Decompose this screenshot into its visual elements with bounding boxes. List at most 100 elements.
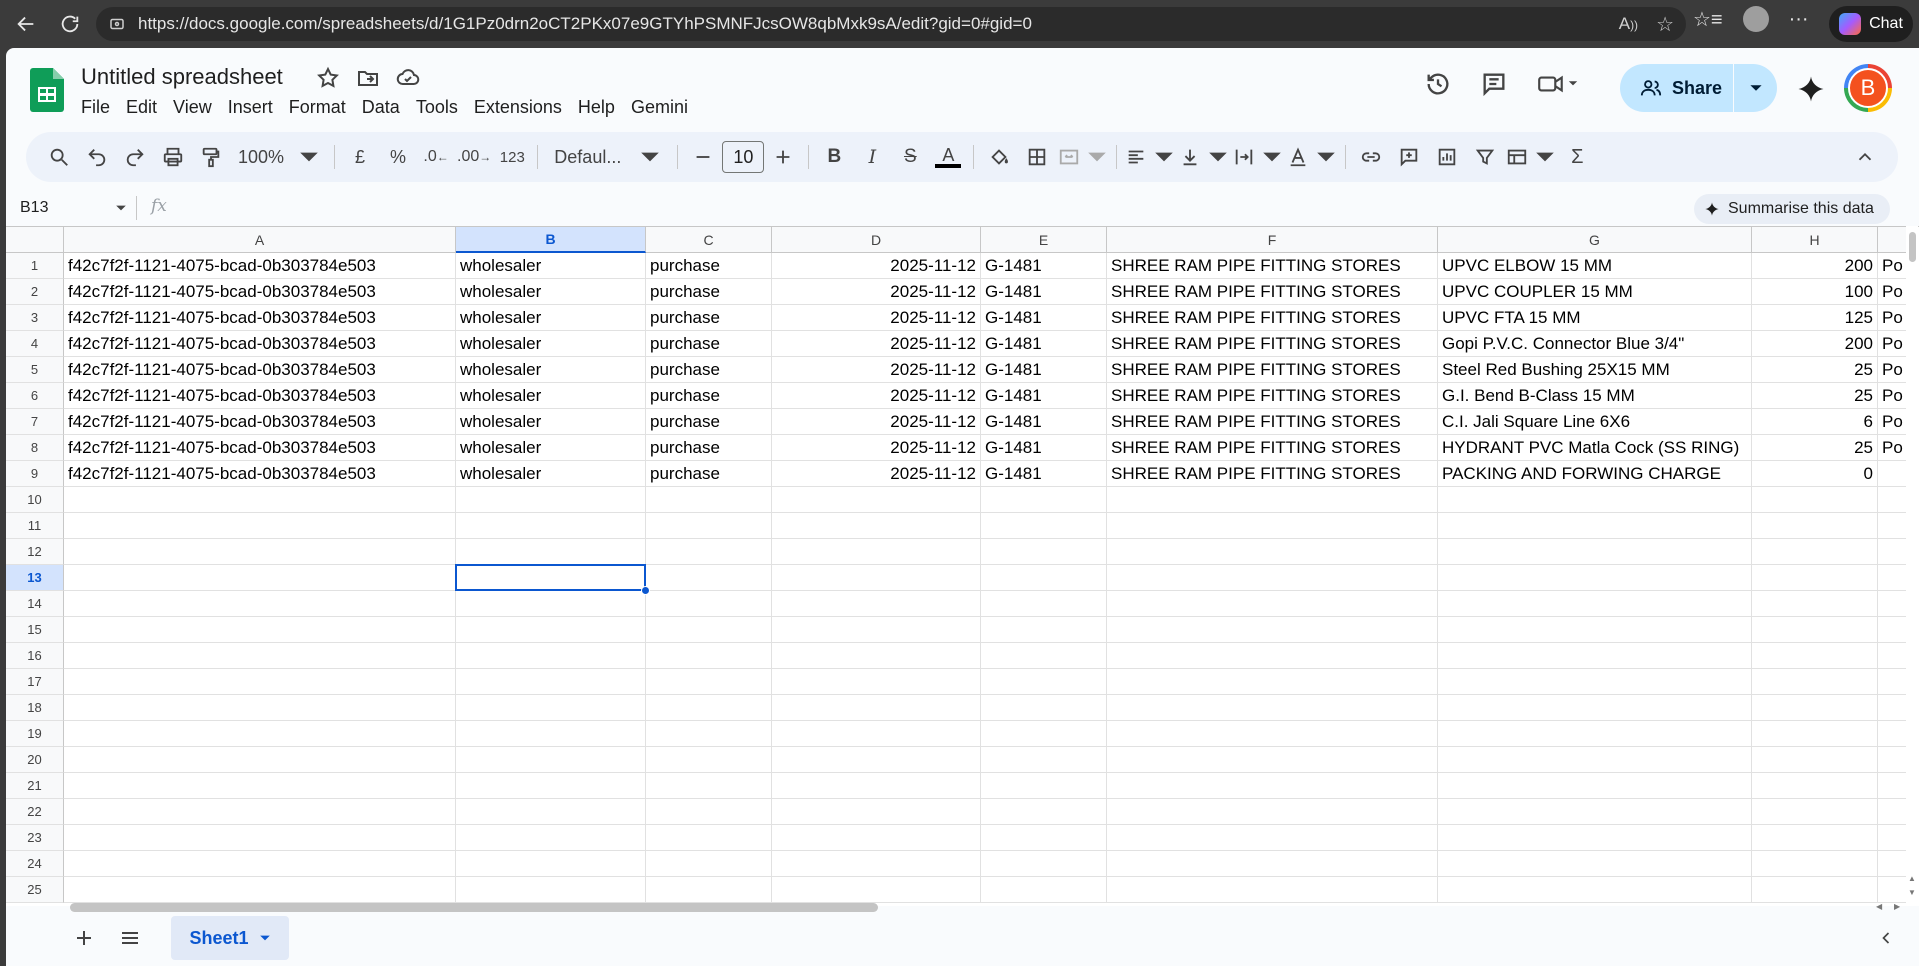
grid-cell[interactable] <box>772 747 981 773</box>
row-header[interactable]: 5 <box>6 357 64 383</box>
grid-cell[interactable] <box>772 773 981 799</box>
grid-cell[interactable] <box>772 695 981 721</box>
more-formats-button[interactable]: 123 <box>493 139 531 175</box>
grid-cell[interactable] <box>646 851 772 877</box>
grid-cell[interactable] <box>1438 695 1752 721</box>
cloud-saved-icon[interactable] <box>396 66 420 90</box>
row-header[interactable]: 18 <box>6 695 64 721</box>
column-header-c[interactable]: C <box>646 227 772 253</box>
grid-cell[interactable] <box>981 513 1107 539</box>
grid-cell[interactable] <box>1107 747 1438 773</box>
move-folder-icon[interactable] <box>356 66 380 90</box>
doc-title[interactable]: Untitled spreadsheet <box>81 64 283 90</box>
paint-format-icon[interactable] <box>192 139 230 175</box>
grid-cell[interactable]: G.I. Bend B-Class 15 MM <box>1438 383 1752 409</box>
grid-cell[interactable] <box>456 539 646 565</box>
grid-cell[interactable] <box>1438 617 1752 643</box>
grid-cell[interactable] <box>64 799 456 825</box>
grid-cell[interactable] <box>981 617 1107 643</box>
grid-cell[interactable]: 125 <box>1752 305 1878 331</box>
row-header[interactable]: 25 <box>6 877 64 903</box>
grid-cell[interactable]: Po <box>1878 279 1908 305</box>
grid-cell[interactable] <box>1878 565 1908 591</box>
grid-cell[interactable] <box>1878 461 1908 487</box>
grid-cell[interactable] <box>1107 877 1438 903</box>
column-header-e[interactable]: E <box>981 227 1107 253</box>
grid-cell[interactable]: Po <box>1878 253 1908 279</box>
grid-cell[interactable]: G-1481 <box>981 409 1107 435</box>
grid-cell[interactable] <box>646 669 772 695</box>
row-header[interactable]: 19 <box>6 721 64 747</box>
menu-file[interactable]: File <box>81 94 118 120</box>
grid-cell[interactable]: f42c7f2f-1121-4075-bcad-0b303784e503 <box>64 253 456 279</box>
percent-format-button[interactable]: % <box>379 139 417 175</box>
grid-cell[interactable]: f42c7f2f-1121-4075-bcad-0b303784e503 <box>64 435 456 461</box>
formula-input[interactable] <box>186 188 1676 228</box>
grid-cell[interactable] <box>1438 799 1752 825</box>
column-header-h[interactable]: H <box>1752 227 1878 253</box>
grid-cell[interactable] <box>456 487 646 513</box>
grid-cell[interactable] <box>1878 591 1908 617</box>
grid-cell[interactable] <box>981 487 1107 513</box>
grid-cell[interactable]: f42c7f2f-1121-4075-bcad-0b303784e503 <box>64 279 456 305</box>
grid-cell[interactable] <box>1438 747 1752 773</box>
grid-cell[interactable]: wholesaler <box>456 305 646 331</box>
grid-cell[interactable]: G-1481 <box>981 383 1107 409</box>
grid-cell[interactable]: G-1481 <box>981 305 1107 331</box>
grid-cell[interactable] <box>1438 643 1752 669</box>
grid-cell[interactable] <box>772 825 981 851</box>
font-select[interactable]: Defaul... <box>544 139 671 175</box>
grid-cell[interactable] <box>1878 721 1908 747</box>
site-info-icon[interactable] <box>108 15 126 33</box>
row-header[interactable]: 21 <box>6 773 64 799</box>
grid-cell[interactable]: HYDRANT PVC Matla Cock (SS RING) <box>1438 435 1752 461</box>
grid-cell[interactable] <box>646 877 772 903</box>
insert-link-icon[interactable] <box>1352 139 1390 175</box>
row-header[interactable]: 8 <box>6 435 64 461</box>
currency-format-button[interactable]: £ <box>341 139 379 175</box>
grid-cell[interactable] <box>1752 695 1878 721</box>
grid-cell[interactable]: 2025-11-12 <box>772 435 981 461</box>
grid-cell[interactable]: Po <box>1878 331 1908 357</box>
grid-cell[interactable]: purchase <box>646 331 772 357</box>
scroll-up-icon[interactable]: ▲ <box>1908 874 1916 883</box>
vertical-scrollbar[interactable]: ▲ ▼ <box>1906 226 1918 906</box>
grid-cell[interactable]: G-1481 <box>981 461 1107 487</box>
grid-cell[interactable] <box>646 825 772 851</box>
grid-cell[interactable]: 2025-11-12 <box>772 357 981 383</box>
grid-cell[interactable] <box>64 747 456 773</box>
grid-cell[interactable]: wholesaler <box>456 253 646 279</box>
grid-cell[interactable]: 2025-11-12 <box>772 461 981 487</box>
grid-cell[interactable] <box>646 487 772 513</box>
grid-cell[interactable] <box>772 565 981 591</box>
grid-cell[interactable] <box>64 825 456 851</box>
undo-icon[interactable] <box>78 139 116 175</box>
reload-icon[interactable] <box>52 6 88 42</box>
share-button[interactable]: Share <box>1620 64 1777 112</box>
grid-cell[interactable] <box>772 539 981 565</box>
redo-icon[interactable] <box>116 139 154 175</box>
grid-cell[interactable] <box>646 539 772 565</box>
grid-cell[interactable] <box>1752 799 1878 825</box>
print-icon[interactable] <box>154 139 192 175</box>
grid-cell[interactable] <box>1878 877 1908 903</box>
row-header[interactable]: 10 <box>6 487 64 513</box>
grid-cell[interactable] <box>1438 773 1752 799</box>
grid-cell[interactable] <box>64 695 456 721</box>
grid-cell[interactable] <box>1752 539 1878 565</box>
text-color-icon[interactable]: A <box>929 139 967 175</box>
insert-chart-icon[interactable] <box>1428 139 1466 175</box>
sheets-logo-icon[interactable] <box>30 68 64 112</box>
grid-cell[interactable]: wholesaler <box>456 461 646 487</box>
grid-cell[interactable]: UPVC ELBOW 15 MM <box>1438 253 1752 279</box>
grid-cell[interactable] <box>772 513 981 539</box>
grid-cell[interactable] <box>1107 513 1438 539</box>
grid-cell[interactable] <box>64 851 456 877</box>
grid-cell[interactable]: f42c7f2f-1121-4075-bcad-0b303784e503 <box>64 357 456 383</box>
grid-cell[interactable] <box>1878 487 1908 513</box>
scroll-down-icon[interactable]: ▼ <box>1908 888 1916 897</box>
grid-cell[interactable] <box>981 669 1107 695</box>
grid-cell[interactable] <box>1752 851 1878 877</box>
grid-cell[interactable] <box>456 877 646 903</box>
grid-cell[interactable]: purchase <box>646 409 772 435</box>
